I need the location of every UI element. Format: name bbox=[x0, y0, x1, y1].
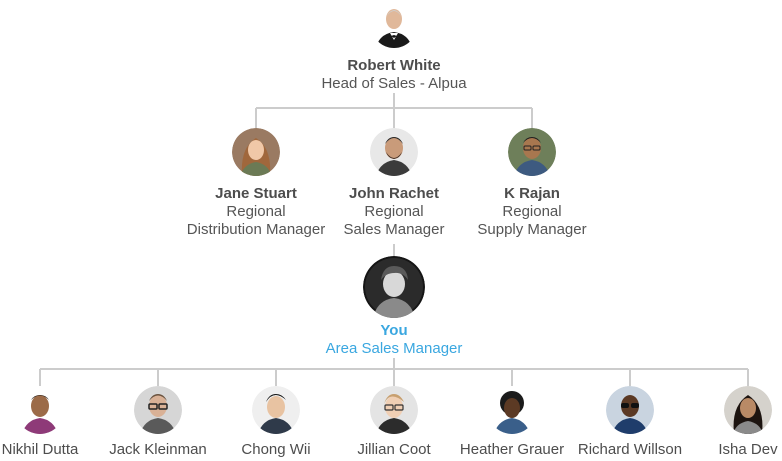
person-avatar-icon bbox=[370, 128, 418, 176]
root-title: Head of Sales - Alpua bbox=[321, 75, 467, 92]
person-avatar-icon bbox=[252, 386, 300, 434]
person-avatar-icon bbox=[370, 386, 418, 434]
root-name: Robert White bbox=[347, 57, 441, 74]
manager-name: K Rajan bbox=[504, 185, 560, 202]
manager-title-line2: Supply Manager bbox=[477, 221, 587, 238]
you-title: Area Sales Manager bbox=[325, 340, 463, 357]
person-avatar-icon bbox=[724, 386, 772, 434]
person-avatar-icon bbox=[134, 386, 182, 434]
report-node-isha-dev[interactable]: Isha Dev bbox=[648, 386, 782, 459]
person-avatar-icon bbox=[508, 128, 556, 176]
person-avatar-icon bbox=[488, 386, 536, 434]
person-avatar-icon bbox=[363, 256, 425, 318]
org-chart: Robert White Head of Sales - Alpua Jane … bbox=[0, 0, 782, 461]
you-node[interactable]: You Area Sales Manager bbox=[294, 256, 494, 358]
person-avatar-icon bbox=[371, 2, 417, 48]
person-avatar-icon bbox=[606, 386, 654, 434]
person-avatar-icon bbox=[232, 128, 280, 176]
person-avatar-icon bbox=[16, 386, 64, 434]
manager-node-k-rajan[interactable]: K Rajan Regional Supply Manager bbox=[432, 128, 632, 239]
report-name: Isha Dev bbox=[718, 441, 778, 458]
manager-title-line1: Regional bbox=[502, 203, 562, 220]
you-name: You bbox=[380, 322, 408, 339]
root-node[interactable]: Robert White Head of Sales - Alpua bbox=[294, 2, 494, 93]
